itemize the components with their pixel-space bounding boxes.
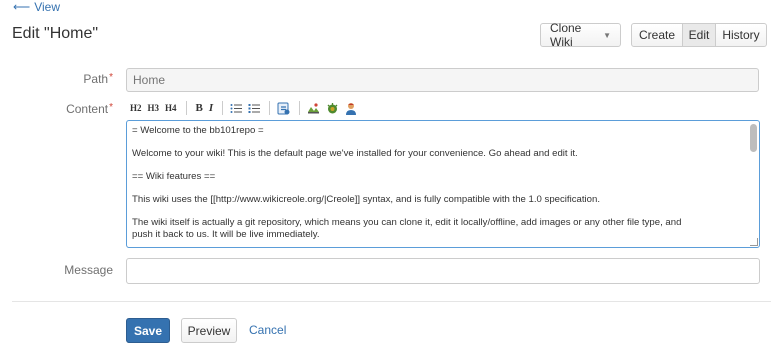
link-icon bbox=[277, 102, 290, 114]
caret-down-icon: ▼ bbox=[603, 30, 611, 40]
content-label-text: Content bbox=[66, 102, 109, 116]
plugin-icon bbox=[327, 102, 338, 113]
numbered-list-button[interactable] bbox=[246, 100, 262, 116]
create-button[interactable]: Create bbox=[631, 23, 683, 47]
toolbar-divider bbox=[269, 101, 271, 115]
back-to-view-link[interactable]: ⟵ View bbox=[13, 0, 60, 14]
message-input[interactable] bbox=[126, 258, 760, 284]
bullet-list-icon bbox=[230, 103, 243, 113]
content-line: = Welcome to the bb101repo = bbox=[132, 125, 264, 136]
toolbar-divider bbox=[222, 101, 224, 115]
back-arrow-icon: ⟵ bbox=[13, 0, 31, 14]
insert-macro-button[interactable] bbox=[324, 100, 341, 116]
content-editor-text: = Welcome to the bb101repo = Welcome to … bbox=[127, 121, 759, 240]
image-icon bbox=[308, 103, 320, 114]
insert-user-button[interactable] bbox=[343, 100, 359, 116]
heading-2-button[interactable]: H2 bbox=[128, 100, 144, 116]
heading-3-button[interactable]: H3 bbox=[146, 100, 162, 116]
italic-button[interactable]: I bbox=[207, 100, 215, 116]
content-editor[interactable]: = Welcome to the bb101repo = Welcome to … bbox=[126, 120, 760, 248]
message-label: Message bbox=[64, 263, 113, 277]
insert-link-button[interactable] bbox=[275, 100, 292, 116]
path-label: Path* bbox=[83, 72, 113, 86]
toolbar-divider bbox=[299, 101, 301, 115]
required-marker: * bbox=[109, 102, 113, 113]
resize-handle[interactable] bbox=[750, 238, 758, 246]
numbered-list-icon bbox=[248, 103, 261, 113]
save-button[interactable]: Save bbox=[126, 318, 170, 343]
heading-4-button[interactable]: H4 bbox=[163, 100, 179, 116]
clone-wiki-dropdown[interactable]: Clone Wiki ▼ bbox=[540, 21, 621, 49]
insert-image-button[interactable] bbox=[305, 100, 322, 116]
clone-wiki-label: Clone Wiki bbox=[550, 21, 582, 49]
preview-button[interactable]: Preview bbox=[181, 318, 237, 343]
content-line: == Wiki features == bbox=[132, 171, 216, 182]
form-divider bbox=[12, 301, 771, 302]
user-icon bbox=[346, 102, 357, 115]
page-title: Edit "Home" bbox=[12, 25, 99, 42]
path-label-text: Path bbox=[83, 72, 109, 86]
toolbar-divider bbox=[185, 101, 187, 115]
content-line: The wiki itself is actually a git reposi… bbox=[132, 217, 682, 240]
edit-button[interactable]: Edit bbox=[682, 23, 716, 47]
content-line: This wiki uses the [[http://www.wikicreo… bbox=[132, 194, 600, 205]
required-marker: * bbox=[109, 72, 113, 83]
cancel-link[interactable]: Cancel bbox=[249, 323, 286, 337]
bold-button[interactable]: B bbox=[194, 100, 205, 116]
content-scrollbar[interactable] bbox=[750, 124, 757, 152]
content-line: Welcome to your wiki! This is the defaul… bbox=[132, 148, 578, 159]
history-button[interactable]: History bbox=[715, 23, 767, 47]
content-label: Content* bbox=[66, 102, 113, 116]
editor-toolbar: H2 H3 H4 B I bbox=[128, 99, 361, 117]
page-action-group: Create Edit History bbox=[631, 23, 767, 47]
back-link-label: View bbox=[34, 0, 60, 14]
path-input[interactable] bbox=[126, 68, 759, 92]
bullet-list-button[interactable] bbox=[228, 100, 244, 116]
